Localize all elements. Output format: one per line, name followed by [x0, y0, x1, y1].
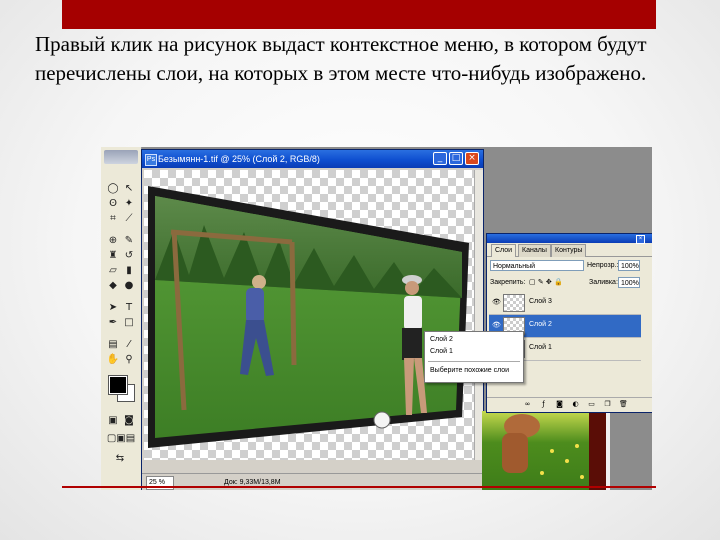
tab-channels[interactable]: Каналы: [518, 244, 551, 257]
document-title: Безымянн-1.tif @ 25% (Слой 2, RGB/8): [158, 154, 320, 164]
background-dark-strip: [589, 411, 606, 490]
new-layer-icon[interactable]: ❐: [603, 400, 612, 409]
document-title-bar[interactable]: Ps Безымянн-1.tif @ 25% (Слой 2, RGB/8) …: [142, 150, 483, 168]
screen-mode-icons[interactable]: ▢▣▤: [104, 433, 138, 445]
shape-tool-icon[interactable]: □: [122, 317, 136, 329]
close-icon[interactable]: ×: [636, 235, 645, 244]
hand-tool-icon[interactable]: ✋: [106, 354, 120, 366]
minimize-icon[interactable]: _: [433, 152, 447, 165]
magic-wand-tool-icon[interactable]: ✦: [122, 198, 136, 210]
foreground-color-swatch[interactable]: [108, 375, 128, 395]
background-photo-image: [502, 414, 584, 479]
standard-mode-icon[interactable]: ▣: [106, 415, 120, 427]
marquee-tool-icon[interactable]: ◯: [106, 183, 120, 195]
layers-palette: × Слои Каналы Контуры Нормальный Непрозр…: [486, 233, 652, 413]
document-window: Ps Безымянн-1.tif @ 25% (Слой 2, RGB/8) …: [141, 149, 484, 490]
fill-field[interactable]: 100%: [618, 277, 640, 288]
layer-row-3[interactable]: 👁 Слой 3: [489, 292, 641, 315]
zoom-tool-icon[interactable]: ⚲: [122, 354, 136, 366]
blur-tool-icon[interactable]: ◆: [106, 280, 120, 292]
brush-tool-icon[interactable]: ✎: [122, 235, 136, 247]
move-tool-icon[interactable]: ↖: [122, 183, 136, 195]
toolbox-grip[interactable]: [104, 150, 138, 164]
photoshop-screenshot: ◯ ↖ ʘ ✦ ⌗ ⟋ ⊕ ✎ ♜ ↺ ▱ ▮ ◆ ● ➤ T ✒ □ ▤ ⁄ …: [101, 147, 652, 490]
tab-paths[interactable]: Контуры: [551, 244, 587, 257]
context-menu-separator: [428, 361, 520, 362]
link-layers-icon[interactable]: ∞: [523, 400, 532, 409]
healing-brush-tool-icon[interactable]: ⊕: [106, 235, 120, 247]
type-tool-icon[interactable]: T: [122, 302, 136, 314]
layer-name: Слой 2: [529, 321, 552, 328]
slide-top-bar: [62, 0, 656, 29]
lock-label: Закрепить:: [490, 279, 526, 286]
opacity-field[interactable]: 100%: [618, 260, 640, 271]
context-menu: Слой 2 Слой 1 Выберите похожие слои: [424, 331, 524, 383]
background-photo: [482, 411, 602, 490]
blend-mode-select[interactable]: Нормальный: [490, 260, 584, 271]
layer-mask-icon[interactable]: ◙: [555, 400, 564, 409]
eyedropper-tool-icon[interactable]: ⁄: [122, 339, 136, 351]
history-brush-tool-icon[interactable]: ↺: [122, 250, 136, 262]
maximize-icon[interactable]: □: [449, 152, 463, 165]
document-canvas[interactable]: [144, 170, 475, 460]
close-icon[interactable]: ×: [465, 152, 479, 165]
adjustment-layer-icon[interactable]: ◐: [571, 400, 580, 409]
eraser-tool-icon[interactable]: ▱: [106, 265, 120, 277]
lock-icons[interactable]: ▢ ✎ ✥ 🔒: [529, 277, 563, 288]
fill-label: Заливка:: [589, 279, 618, 286]
perspective-photo: [148, 186, 469, 448]
eye-icon[interactable]: 👁: [492, 321, 501, 329]
toolbox: ◯ ↖ ʘ ✦ ⌗ ⟋ ⊕ ✎ ♜ ↺ ▱ ▮ ◆ ● ➤ T ✒ □ ▤ ⁄ …: [101, 147, 142, 490]
opacity-label: Непрозр.:: [587, 262, 619, 269]
slide-caption: Правый клик на рисунок выдаст контекстно…: [35, 32, 647, 85]
stamp-tool-icon[interactable]: ♜: [106, 250, 120, 262]
notes-tool-icon[interactable]: ▤: [106, 339, 120, 351]
pen-tool-icon[interactable]: ✒: [106, 317, 120, 329]
delete-layer-icon[interactable]: 🗑: [619, 400, 628, 409]
layers-palette-buttons: ∞ ƒ ◙ ◐ ▭ ❐ 🗑: [487, 397, 652, 412]
jump-to-imageready-icon[interactable]: ⇆: [106, 453, 134, 465]
layer-name: Слой 3: [529, 298, 552, 305]
context-menu-select-similar[interactable]: Выберите похожие слои: [430, 366, 509, 376]
eye-icon[interactable]: 👁: [492, 298, 501, 306]
crop-tool-icon[interactable]: ⌗: [106, 213, 120, 225]
layer-style-icon[interactable]: ƒ: [539, 400, 548, 409]
quick-mask-mode-icon[interactable]: ◙: [122, 415, 136, 427]
background-light-strip: [606, 411, 610, 490]
path-selection-tool-icon[interactable]: ➤: [106, 302, 120, 314]
soccer-ball: [373, 411, 391, 429]
context-menu-item-layer-2[interactable]: Слой 2: [430, 335, 453, 345]
layer-thumbnail: [503, 294, 525, 312]
lasso-tool-icon[interactable]: ʘ: [106, 198, 120, 210]
photoshop-document-icon: Ps: [145, 154, 157, 166]
layers-palette-tabs: Слои Каналы Контуры: [487, 244, 652, 257]
new-group-icon[interactable]: ▭: [587, 400, 596, 409]
gradient-tool-icon[interactable]: ▮: [122, 265, 136, 277]
slice-tool-icon[interactable]: ⟋: [122, 213, 136, 225]
layers-palette-title-bar[interactable]: [487, 234, 652, 243]
layer-name: Слой 1: [529, 344, 552, 351]
slide-bottom-line: [62, 486, 656, 488]
context-menu-item-layer-1[interactable]: Слой 1: [430, 347, 453, 357]
dodge-tool-icon[interactable]: ●: [122, 280, 136, 292]
tab-layers[interactable]: Слои: [491, 244, 517, 257]
